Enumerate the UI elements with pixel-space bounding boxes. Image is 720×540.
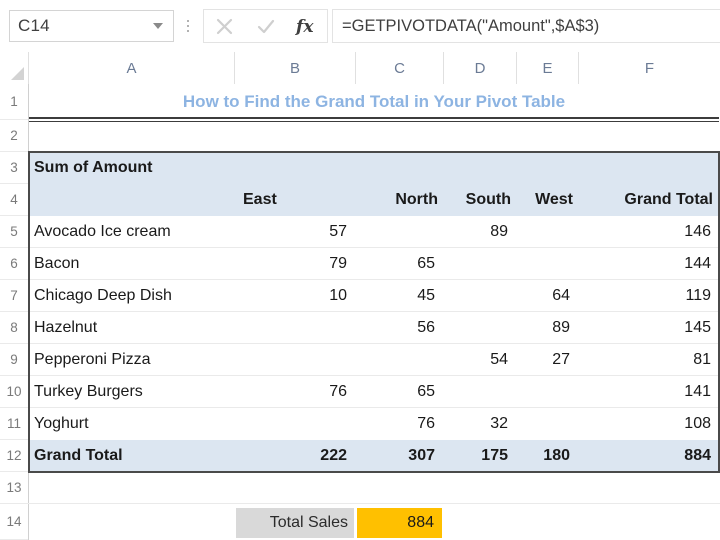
formula-command-group: fx xyxy=(203,9,328,43)
row-header-1[interactable]: 1 xyxy=(0,84,28,120)
table-cell-total: 141 xyxy=(684,383,711,400)
table-cell-south xyxy=(443,280,513,312)
row-header-7[interactable]: 7 xyxy=(0,280,28,312)
table-cell-total: 146 xyxy=(684,223,711,240)
table-cell-east xyxy=(234,312,352,344)
page-title: How to Find the Grand Total in Your Pivo… xyxy=(182,91,566,111)
column-header-a[interactable]: A xyxy=(28,52,234,84)
table-cell-north xyxy=(355,216,440,248)
chevron-down-icon[interactable] xyxy=(153,23,163,29)
row-header-10[interactable]: 10 xyxy=(0,376,28,408)
row-header-13[interactable]: 13 xyxy=(0,472,28,504)
row-header-6[interactable]: 6 xyxy=(0,248,28,280)
total-sales-label: Total Sales xyxy=(236,508,354,538)
pivot-col-header-east: East xyxy=(243,191,277,208)
table-cell-east: 10 xyxy=(329,287,347,304)
table-cell-total: 144 xyxy=(684,255,711,272)
row-header-11[interactable]: 11 xyxy=(0,408,28,440)
row-header-12[interactable]: 12 xyxy=(0,440,28,472)
column-header-c[interactable]: C xyxy=(355,52,443,84)
formula-bar: C14 fx =GETPIVOTDATA("Amount",$A$3) xyxy=(0,0,720,52)
row-header-14[interactable]: 14 xyxy=(0,504,28,540)
table-cell-west xyxy=(516,216,575,248)
spreadsheet-grid: A B C D E F 1 2 3 4 5 6 7 8 9 10 11 12 1… xyxy=(0,52,720,540)
table-cell-east: 79 xyxy=(329,255,347,272)
table-cell-south xyxy=(443,312,513,344)
column-header-row: A B C D E F xyxy=(0,52,720,84)
table-cell-east xyxy=(234,408,352,440)
formula-input[interactable]: =GETPIVOTDATA("Amount",$A$3) xyxy=(332,9,720,43)
table-cell-total: 81 xyxy=(693,351,711,368)
column-header-b[interactable]: B xyxy=(234,52,355,84)
fx-insert-function-icon[interactable]: fx xyxy=(290,11,324,41)
table-cell-south: 54 xyxy=(490,351,508,368)
table-cell-east: 57 xyxy=(329,223,347,240)
table-cell-total: 108 xyxy=(684,415,711,432)
grand-total-south: 175 xyxy=(481,447,508,464)
formula-text: =GETPIVOTDATA("Amount",$A$3) xyxy=(342,16,600,35)
name-box[interactable]: C14 xyxy=(9,10,174,42)
table-cell-east: 76 xyxy=(329,383,347,400)
name-box-value: C14 xyxy=(18,16,50,35)
table-row-label: Turkey Burgers xyxy=(34,383,143,400)
close-x-icon[interactable] xyxy=(208,11,242,41)
row-header-4[interactable]: 4 xyxy=(0,184,28,216)
table-cell-total: 145 xyxy=(684,319,711,336)
pivot-col-header-grand-total: Grand Total xyxy=(624,191,713,208)
table-cell-west xyxy=(516,376,575,408)
select-all-corner-icon[interactable] xyxy=(0,52,28,84)
grand-total-east: 222 xyxy=(320,447,347,464)
grand-total-total: 884 xyxy=(684,447,711,464)
table-row-label: Bacon xyxy=(34,255,80,272)
table-cell-north: 45 xyxy=(417,287,435,304)
table-cell-west: 27 xyxy=(552,351,570,368)
table-cell-north: 65 xyxy=(417,255,435,272)
table-cell-south xyxy=(443,248,513,280)
column-header-f[interactable]: F xyxy=(578,52,720,84)
table-row-label: Hazelnut xyxy=(34,319,98,336)
grand-total-west: 180 xyxy=(543,447,570,464)
table-cell-west: 89 xyxy=(552,319,570,336)
checkmark-icon[interactable] xyxy=(249,11,283,41)
table-row-label: Yoghurt xyxy=(34,415,89,432)
table-cell-north: 56 xyxy=(417,319,435,336)
table-cell-south xyxy=(443,376,513,408)
table-cell-south: 32 xyxy=(490,415,508,432)
table-cell-north: 65 xyxy=(417,383,435,400)
table-row-label: Pepperoni Pizza xyxy=(34,351,151,368)
table-cell-north: 76 xyxy=(417,415,435,432)
table-cell-south: 89 xyxy=(490,223,508,240)
row-header-2[interactable]: 2 xyxy=(0,120,28,152)
table-cell-east xyxy=(234,344,352,376)
table-cell-north xyxy=(355,344,440,376)
table-row-label: Avocado Ice cream xyxy=(34,223,171,240)
table-cell-total: 119 xyxy=(685,287,711,304)
row-header-8[interactable]: 8 xyxy=(0,312,28,344)
table-cell-west: 64 xyxy=(552,287,570,304)
row-header-3[interactable]: 3 xyxy=(0,152,28,184)
more-options-icon[interactable] xyxy=(177,10,199,42)
grand-total-label: Grand Total xyxy=(34,447,123,464)
pivot-col-header-north: North xyxy=(395,191,438,208)
column-header-e[interactable]: E xyxy=(516,52,578,84)
pivot-field-label: Sum of Amount xyxy=(34,159,153,176)
total-sales-value[interactable]: 884 xyxy=(357,508,442,538)
table-cell-west xyxy=(516,408,575,440)
row-header-9[interactable]: 9 xyxy=(0,344,28,376)
row-header-5[interactable]: 5 xyxy=(0,216,28,248)
grand-total-north: 307 xyxy=(408,447,435,464)
table-row-label: Chicago Deep Dish xyxy=(34,287,172,304)
pivot-col-header-west: West xyxy=(535,191,573,208)
column-header-d[interactable]: D xyxy=(443,52,516,84)
pivot-col-header-south: South xyxy=(465,191,511,208)
table-cell-west xyxy=(516,248,575,280)
svg-text:fx: fx xyxy=(295,17,314,37)
